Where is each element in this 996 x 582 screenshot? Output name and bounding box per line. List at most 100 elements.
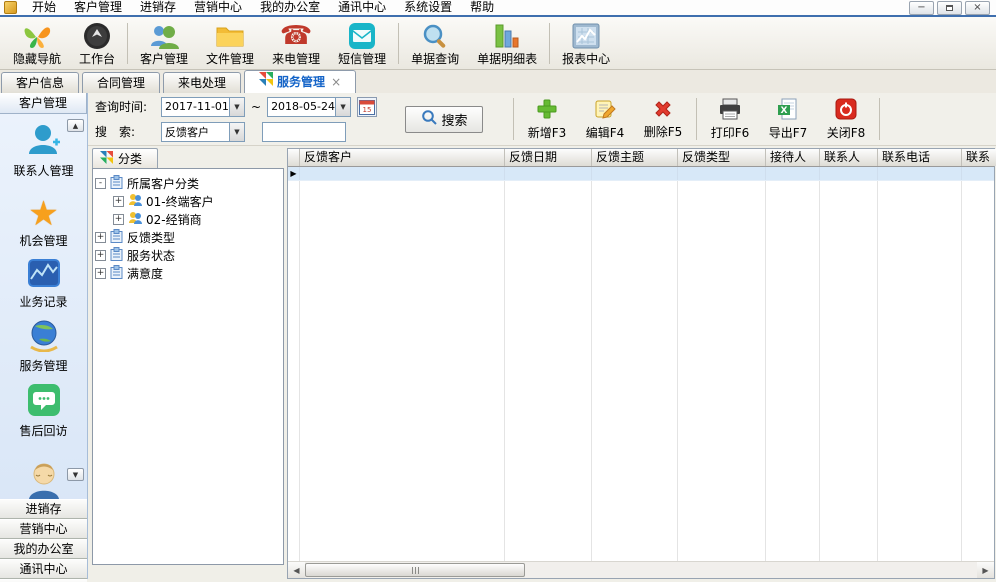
- expand-toggle-icon[interactable]: +: [113, 196, 124, 207]
- tab-customer-info[interactable]: 客户信息: [1, 72, 79, 93]
- sidebar-item-service-mgmt[interactable]: 服务管理: [0, 319, 87, 374]
- menu-item-system-settings[interactable]: 系统设置: [395, 0, 461, 16]
- tab-call-handling[interactable]: 来电处理: [163, 72, 241, 93]
- search-type-select[interactable]: 反馈客户 ▼: [161, 122, 245, 142]
- toolbar-call-mgmt-button[interactable]: ☎ 来电管理: [263, 19, 329, 68]
- delete-button[interactable]: 删除F5: [634, 95, 692, 143]
- edit-button[interactable]: 编辑F4: [576, 95, 634, 143]
- close-window-button[interactable]: ×: [965, 1, 990, 15]
- toolbar-workbench-button[interactable]: 工作台: [70, 19, 124, 68]
- add-icon: [536, 98, 558, 123]
- butterfly-icon: [22, 21, 52, 51]
- tab-contract-mgmt[interactable]: 合同管理: [82, 72, 160, 93]
- sidebar-item-aftersales[interactable]: 售后回访: [0, 383, 87, 439]
- sidebar-bottom-inventory[interactable]: 进销存: [0, 499, 87, 519]
- sidebar-item-label: 售后回访: [19, 422, 67, 439]
- sidebar-bottom-comms-center[interactable]: 通讯中心: [0, 559, 87, 579]
- category-panel: 分类 - 所属客户分类 + 01-终端: [88, 148, 287, 579]
- chevron-down-icon[interactable]: ▼: [229, 98, 244, 116]
- chevron-down-icon[interactable]: ▼: [335, 98, 350, 116]
- column-header-contact-phone[interactable]: 联系电话: [878, 149, 962, 166]
- table-body: [288, 181, 994, 561]
- menu-item-my-office[interactable]: 我的办公室: [251, 0, 329, 16]
- toolbar-label: 来电管理: [272, 52, 320, 66]
- minimize-button[interactable]: −: [909, 1, 934, 15]
- print-button[interactable]: 打印F6: [701, 95, 759, 143]
- tree-node-feedback-type[interactable]: + 反馈类型: [95, 228, 281, 246]
- column-header-contact[interactable]: 联系人: [820, 149, 878, 166]
- search-type-value: 反馈客户: [162, 124, 229, 140]
- tree-node-customer-category[interactable]: - 所属客户分类: [95, 174, 281, 192]
- add-button[interactable]: 新增F3: [518, 95, 576, 143]
- sidebar-bottom-marketing[interactable]: 营销中心: [0, 519, 87, 539]
- scroll-right-icon[interactable]: ▶: [977, 562, 994, 578]
- category-tree: - 所属客户分类 + 01-终端客户 +: [92, 168, 284, 565]
- menu-item-help[interactable]: 帮助: [461, 0, 503, 16]
- expand-toggle-icon[interactable]: +: [95, 250, 106, 261]
- sidebar-item-business-records[interactable]: 业务记录: [0, 258, 87, 310]
- menu-item-start[interactable]: 开始: [23, 0, 65, 16]
- sidebar-header-customer-mgmt[interactable]: 客户管理: [0, 93, 87, 114]
- column-header-contact-extra[interactable]: 联系: [962, 149, 996, 166]
- expand-toggle-icon[interactable]: +: [95, 268, 106, 279]
- scrollbar-thumb[interactable]: [305, 563, 525, 577]
- tab-close-icon[interactable]: ×: [329, 73, 341, 92]
- scroll-left-icon[interactable]: ◀: [288, 562, 305, 578]
- tree-node-label: 满意度: [127, 265, 163, 282]
- column-header-feedback-customer[interactable]: 反馈客户: [300, 149, 505, 166]
- tree-node-satisfaction[interactable]: + 满意度: [95, 264, 281, 282]
- sidebar-scroll-up-button[interactable]: ▲: [67, 119, 84, 132]
- close-button[interactable]: 关闭F8: [817, 95, 875, 143]
- horizontal-scrollbar[interactable]: ◀ ▶: [288, 561, 994, 578]
- tree-node-distributor[interactable]: + 02-经销商: [95, 210, 281, 228]
- users-small-icon: [128, 211, 142, 227]
- search-button[interactable]: 搜索: [405, 106, 483, 133]
- expand-toggle-icon[interactable]: +: [113, 214, 124, 225]
- column-header-receptionist[interactable]: 接待人: [766, 149, 820, 166]
- column-header-feedback-subject[interactable]: 反馈主题: [592, 149, 678, 166]
- tree-tab-category[interactable]: 分类: [92, 148, 158, 168]
- toolbar-customer-mgmt-button[interactable]: 客户管理: [131, 19, 197, 68]
- message-icon: [348, 21, 376, 51]
- toolbar-hide-nav-button[interactable]: 隐藏导航: [4, 19, 70, 68]
- date-from-select[interactable]: 2017-11-01 ▼: [161, 97, 245, 117]
- menu-item-customer-mgmt[interactable]: 客户管理: [65, 0, 131, 16]
- collapse-toggle-icon[interactable]: -: [95, 178, 106, 189]
- search-icon: [421, 109, 437, 129]
- clipboard-icon: [110, 175, 123, 192]
- column-header-feedback-date[interactable]: 反馈日期: [505, 149, 592, 166]
- sidebar-item-opportunity[interactable]: ★ 机会管理: [0, 198, 87, 249]
- contact-icon: [26, 123, 62, 160]
- query-separator: [879, 98, 880, 140]
- toolbar-report-center-button[interactable]: 报表中心: [553, 19, 619, 68]
- chevron-down-icon[interactable]: ▼: [229, 123, 244, 141]
- row-pointer-icon: ▶: [288, 167, 300, 180]
- sidebar-scroll-down-button[interactable]: ▼: [67, 468, 84, 481]
- tab-service-mgmt[interactable]: 服务管理 ×: [244, 70, 356, 93]
- toolbar-file-mgmt-button[interactable]: 文件管理: [197, 19, 263, 68]
- menu-item-inventory[interactable]: 进销存: [131, 0, 185, 16]
- tree-node-service-status[interactable]: + 服务状态: [95, 246, 281, 264]
- date-from-value: 2017-11-01: [162, 100, 229, 113]
- search-input[interactable]: [262, 122, 346, 142]
- toolbar-doc-query-button[interactable]: 单据查询: [402, 19, 468, 68]
- tree-node-terminal-customer[interactable]: + 01-终端客户: [95, 192, 281, 210]
- calendar-button[interactable]: 15: [357, 97, 377, 117]
- sidebar-bottom-group: 进销存 营销中心 我的办公室 通讯中心 系统设置: [0, 499, 87, 582]
- magnifier-icon: [421, 21, 449, 51]
- menu-item-marketing[interactable]: 营销中心: [185, 0, 251, 16]
- expand-toggle-icon[interactable]: +: [95, 232, 106, 243]
- column-header-feedback-type[interactable]: 反馈类型: [678, 149, 766, 166]
- selected-empty-row[interactable]: ▶: [288, 167, 994, 181]
- menu-item-comms-center[interactable]: 通讯中心: [329, 0, 395, 16]
- query-separator: [513, 98, 514, 140]
- toolbar-sms-mgmt-button[interactable]: 短信管理: [329, 19, 395, 68]
- scrollbar-track[interactable]: [305, 562, 977, 578]
- sidebar-bottom-my-office[interactable]: 我的办公室: [0, 539, 87, 559]
- restore-icon: [946, 5, 953, 11]
- date-to-select[interactable]: 2018-05-24 ▼: [267, 97, 351, 117]
- export-button[interactable]: X 导出F7: [759, 95, 817, 143]
- toolbar-doc-detail-button[interactable]: 单据明细表: [468, 19, 546, 68]
- export-icon: X: [777, 98, 799, 123]
- restore-button[interactable]: [937, 1, 962, 15]
